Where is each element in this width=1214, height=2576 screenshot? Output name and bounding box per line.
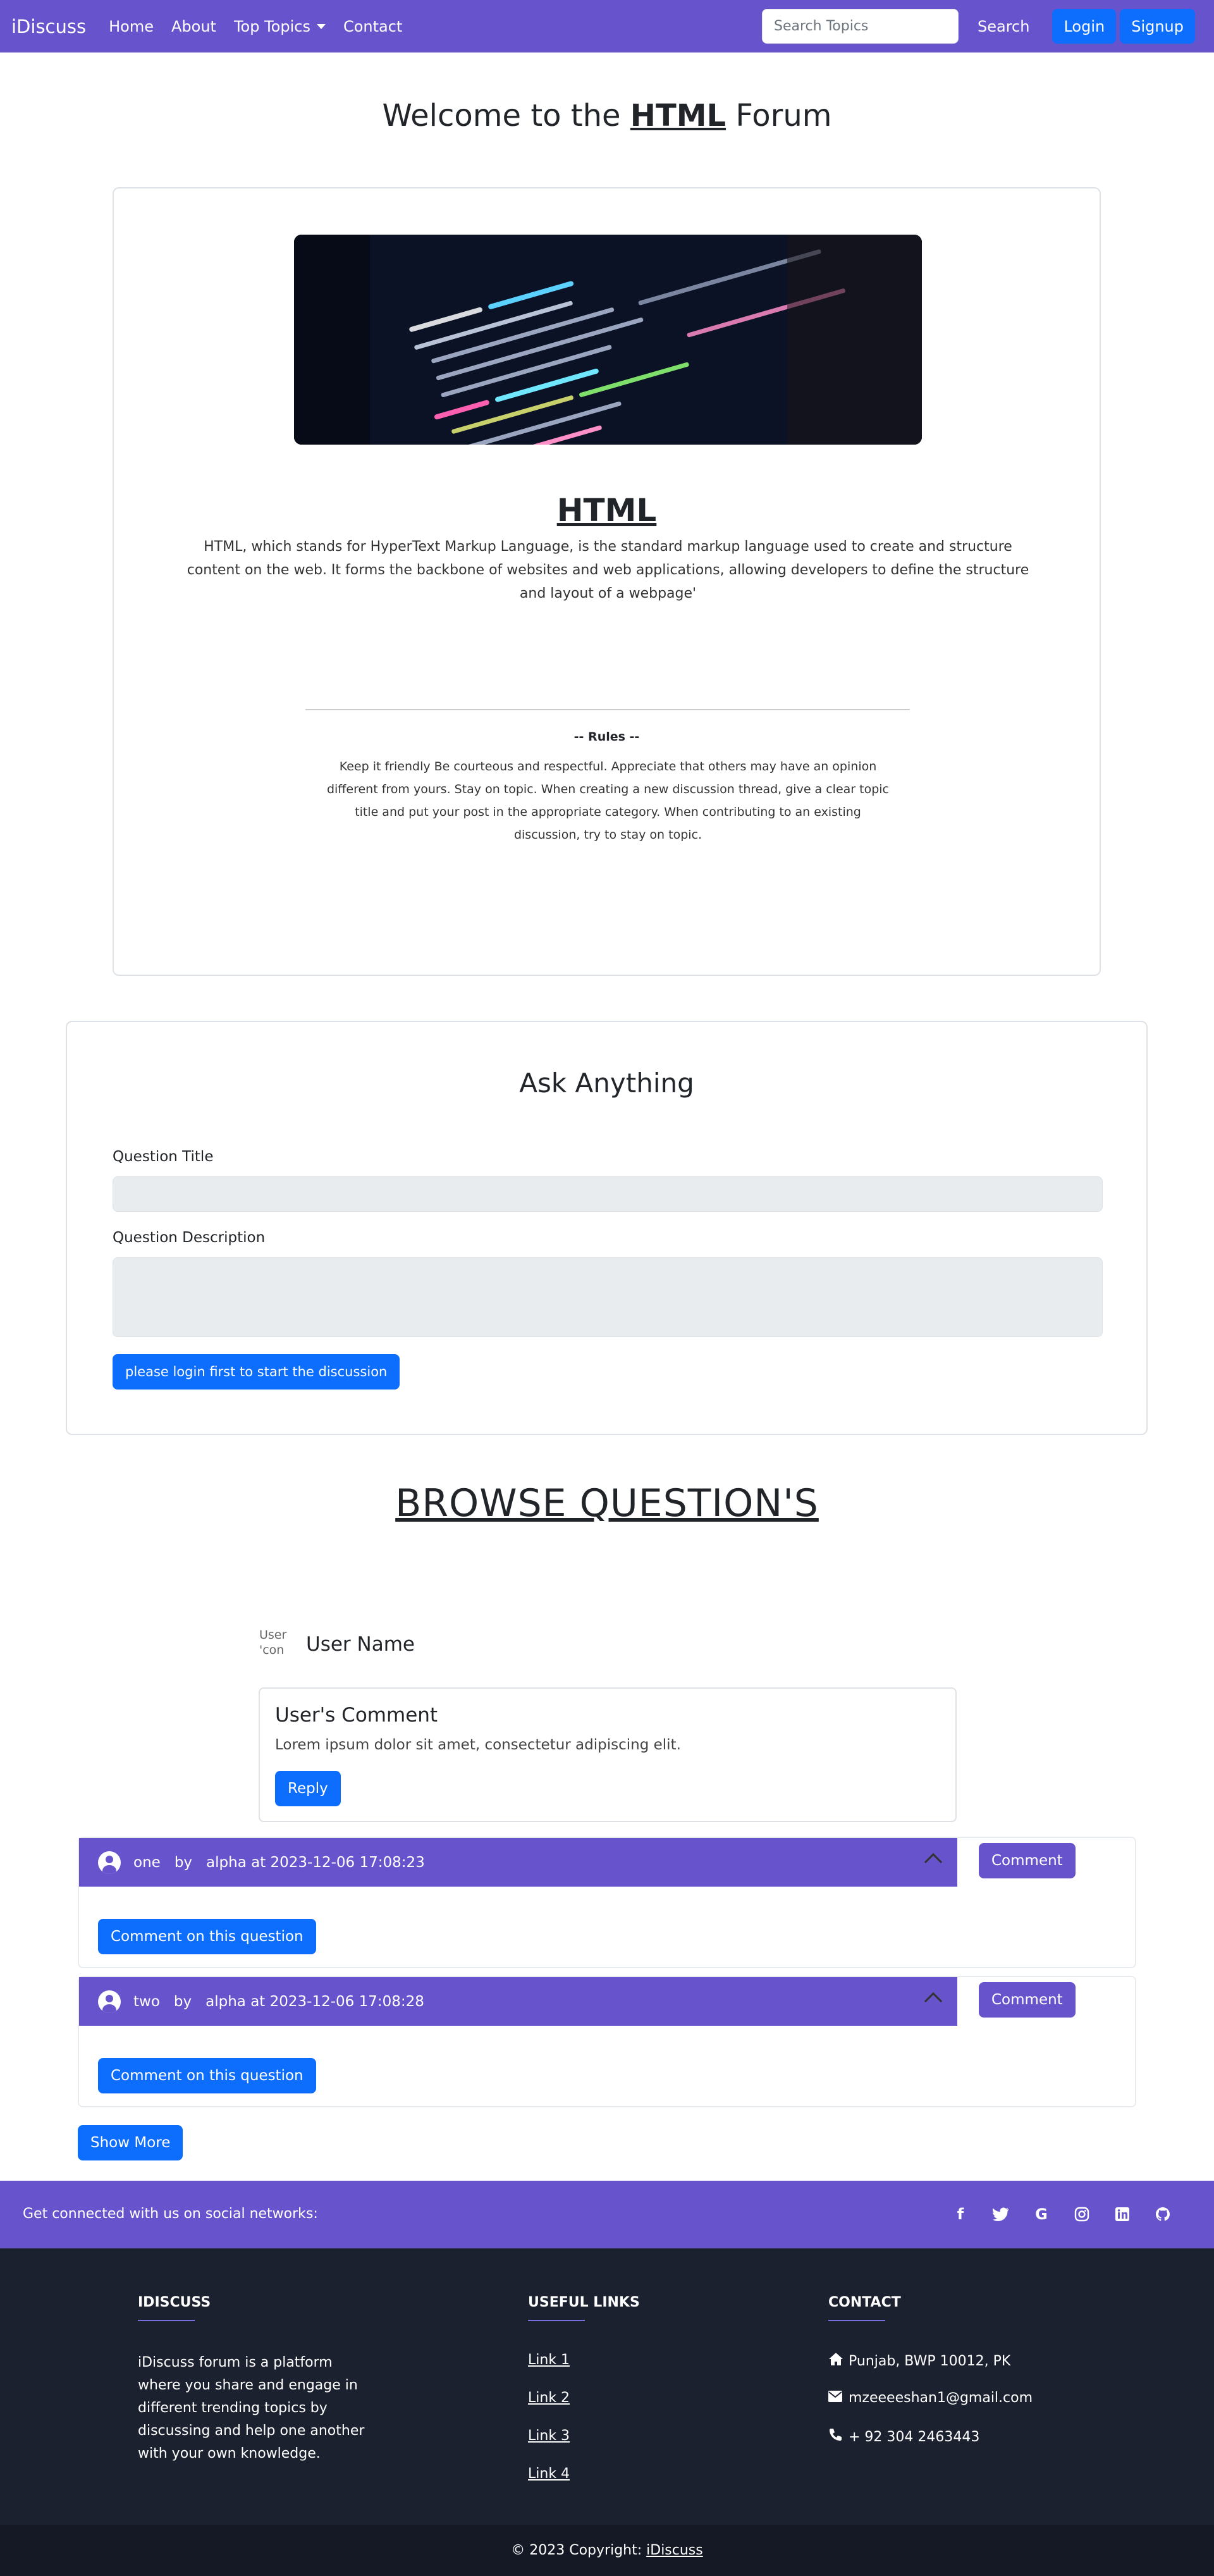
question-meta: alpha at 2023-12-06 17:08:28 (205, 1993, 424, 2010)
user-circle-icon (98, 1851, 121, 1874)
footer: IDISCUSS iDiscuss forum is a platform wh… (0, 2248, 1214, 2525)
chevron-up-icon[interactable] (924, 1992, 943, 2011)
comment-title: User's Comment (275, 1704, 438, 1727)
chevron-up-icon[interactable] (924, 1852, 943, 1871)
reply-button[interactable]: Reply (275, 1771, 341, 1806)
login-to-discuss-button[interactable]: please login first to start the discussi… (113, 1354, 400, 1390)
nav-dropdown-top-topics[interactable]: Top Topics (234, 18, 326, 35)
brand-logo[interactable]: iDiscuss (11, 16, 86, 37)
footer-link-1[interactable]: Link 1 (528, 2352, 570, 2368)
signup-button[interactable]: Signup (1120, 9, 1195, 44)
question-description-label: Question Description (113, 1229, 266, 1246)
caret-down-icon (316, 23, 326, 29)
social-text: Get connected with us on social networks… (23, 2206, 318, 2222)
question-header[interactable]: one by alpha at 2023-12-06 17:08:23 (79, 1838, 957, 1887)
home-icon (828, 2352, 845, 2370)
comment-card: User's Comment Lorem ipsum dolor sit ame… (259, 1687, 957, 1822)
footer-about-text: iDiscuss forum is a platform where you s… (138, 2355, 365, 2462)
footer-link-4[interactable]: Link 4 (528, 2466, 570, 2482)
comment-on-question-button[interactable]: Comment on this question (98, 2058, 316, 2093)
divider (305, 709, 910, 710)
page-title: Welcome to the HTML Forum (0, 98, 1214, 133)
nav-link-about[interactable]: About (171, 18, 216, 35)
question-by: by (174, 1854, 193, 1871)
nav-link-contact[interactable]: Contact (343, 18, 402, 35)
phone-text[interactable]: + 92 304 2463443 (849, 2429, 979, 2445)
search-button[interactable]: Search (978, 18, 1029, 35)
category-name: HTML (556, 492, 657, 529)
ask-title: Ask Anything (519, 1068, 694, 1099)
navbar: iDiscuss Home About Top Topics Contact S… (0, 0, 1214, 52)
copyright-text: © 2023 Copyright: (511, 2542, 647, 2558)
footer-link-3[interactable]: Link 3 (528, 2428, 570, 2444)
title-suffix: Forum (726, 98, 832, 133)
question-header[interactable]: two by alpha at 2023-12-06 17:08:28 (79, 1977, 957, 2026)
question-title: two (133, 1993, 160, 2010)
comment-on-question-button[interactable]: Comment on this question (98, 1919, 316, 1954)
user-circle-icon (98, 1990, 121, 2013)
footer-links-title: USEFUL LINKS (528, 2295, 640, 2321)
footer-phone: + 92 304 2463443 (828, 2428, 979, 2446)
question-by: by (173, 1993, 192, 2010)
category-image (294, 235, 922, 445)
browse-title: BROWSE QUESTION'S (395, 1481, 819, 1525)
title-topic: HTML (630, 98, 727, 133)
category-card: HTML HTML, which stands for HyperText Ma… (113, 187, 1101, 976)
question-title-label: Question Title (113, 1149, 214, 1165)
question-title: one (133, 1854, 161, 1871)
user-avatar: User 'con (259, 1628, 287, 1657)
category-description: HTML, which stands for HyperText Markup … (187, 539, 1029, 601)
address-text: Punjab, BWP 10012, PK (849, 2353, 1011, 2369)
rules-text: Keep it friendly Be courteous and respec… (326, 760, 890, 842)
show-more-button[interactable]: Show More (78, 2125, 183, 2160)
search-input[interactable] (762, 9, 959, 44)
code-screen-illustration (294, 235, 922, 445)
comment-button[interactable]: Comment (979, 1843, 1076, 1878)
twitter-icon[interactable] (993, 2203, 1009, 2225)
comment-text: Lorem ipsum dolor sit amet, consectetur … (275, 1737, 681, 1753)
nav-dropdown-label: Top Topics (233, 17, 310, 35)
title-prefix: Welcome to the (382, 98, 630, 133)
footer-email: mzeeeeshan1@gmail.com (828, 2390, 1033, 2406)
google-icon[interactable]: G (1033, 2203, 1050, 2225)
rules-title: -- Rules -- (573, 730, 640, 744)
question-title-input[interactable] (113, 1176, 1103, 1212)
linkedin-icon[interactable] (1114, 2203, 1131, 2225)
question-meta: alpha at 2023-12-06 17:08:23 (206, 1854, 425, 1871)
login-button[interactable]: Login (1052, 9, 1117, 44)
email-text[interactable]: mzeeeeshan1@gmail.com (849, 2390, 1033, 2406)
github-icon[interactable] (1155, 2203, 1171, 2225)
user-name: User Name (306, 1633, 415, 1656)
question-item: two by alpha at 2023-12-06 17:08:28 Comm… (78, 1976, 1136, 2107)
footer-address: Punjab, BWP 10012, PK (828, 2352, 1010, 2370)
instagram-icon[interactable] (1074, 2203, 1090, 2225)
footer-contact-title: CONTACT (828, 2295, 901, 2321)
facebook-icon[interactable]: f (952, 2203, 969, 2225)
social-bar: Get connected with us on social networks… (0, 2181, 1214, 2248)
nav-link-home[interactable]: Home (109, 18, 154, 35)
envelope-icon (828, 2390, 845, 2406)
footer-link-2[interactable]: Link 2 (528, 2390, 570, 2406)
phone-icon (828, 2428, 845, 2446)
ask-question-form: Ask Anything Question Title Question Des… (66, 1021, 1148, 1435)
question-item: one by alpha at 2023-12-06 17:08:23 Comm… (78, 1837, 1136, 1968)
copyright-bar: © 2023 Copyright: iDiscuss (0, 2525, 1214, 2576)
footer-about-title: IDISCUSS (138, 2295, 211, 2321)
copyright-link[interactable]: iDiscuss (646, 2542, 703, 2558)
social-icons: f G (928, 2203, 1171, 2225)
nav-actions: Search Login Signup (762, 9, 1195, 44)
comment-button[interactable]: Comment (979, 1982, 1076, 2018)
question-description-input[interactable] (113, 1257, 1103, 1337)
